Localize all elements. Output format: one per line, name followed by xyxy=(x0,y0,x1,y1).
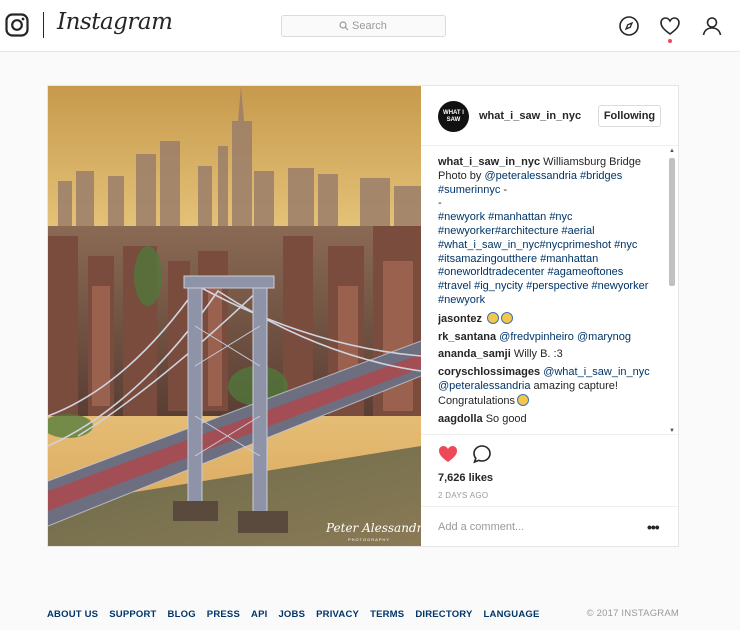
profile-user-icon[interactable] xyxy=(701,15,723,37)
caption-link[interactable]: #what_i_saw_in_nyc#nycprimeshot xyxy=(438,239,611,251)
top-navigation-bar: Instagram xyxy=(0,0,740,52)
add-comment-input[interactable] xyxy=(438,519,628,535)
caption-link[interactable]: #oneworldtradecenter xyxy=(438,266,544,278)
emoji-icon xyxy=(501,311,514,324)
caption-link[interactable]: #itsamazingoutthere xyxy=(438,253,537,265)
comment-row: coryschlossimages @what_i_saw_in_nyc @pe… xyxy=(438,366,666,408)
activity-heart-icon[interactable] xyxy=(659,15,681,37)
copyright: © 2017 INSTAGRAM xyxy=(586,608,679,619)
comments-scrollbar[interactable]: ▲ ▼ xyxy=(668,148,676,434)
post-header: WHAT I SAW what_i_saw_in_nyc Following xyxy=(421,86,678,146)
footer-link-about-us[interactable]: ABOUT US xyxy=(47,609,98,620)
footer-link-directory[interactable]: DIRECTORY xyxy=(415,609,472,620)
footer-link-blog[interactable]: BLOG xyxy=(168,609,196,620)
caption-link[interactable]: #perspective xyxy=(526,280,588,292)
footer-link-terms[interactable]: TERMS xyxy=(370,609,404,620)
like-count[interactable]: 7,626 likes xyxy=(438,472,493,484)
caption-link[interactable]: #nyc xyxy=(614,239,637,251)
post-photo[interactable]: Peter Alessandria PHOTOGRAPHY xyxy=(48,86,421,546)
caption-link[interactable]: #aerial xyxy=(562,225,595,237)
caption-link[interactable]: #newyork xyxy=(438,294,485,306)
photographer-watermark: Peter Alessandria xyxy=(325,521,421,535)
caption-link[interactable]: #bridges xyxy=(580,170,622,182)
post-caption: what_i_saw_in_nyc Williamsburg Bridge Ph… xyxy=(438,156,666,308)
comment-link[interactable]: @fredvpinheiro xyxy=(499,331,574,343)
comment-text: So good xyxy=(485,412,527,425)
caption-link[interactable]: @peteralessandria xyxy=(484,170,577,182)
post-actions: 7,626 likes 2 DAYS AGO xyxy=(421,434,678,500)
footer-link-press[interactable]: PRESS xyxy=(207,609,240,620)
comment-row: ananda_samji Willy B. :3 xyxy=(438,348,666,362)
footer-link-privacy[interactable]: PRIVACY xyxy=(316,609,359,620)
explore-compass-icon[interactable] xyxy=(618,15,640,37)
caption-text: - xyxy=(500,183,508,196)
comment-username[interactable]: ananda_samji xyxy=(438,348,511,360)
author-avatar[interactable]: WHAT I SAW xyxy=(438,101,469,132)
like-heart-icon[interactable] xyxy=(438,445,458,463)
caption-link[interactable]: #nyc xyxy=(549,211,572,223)
more-options-button[interactable]: ••• xyxy=(647,519,660,535)
footer-link-jobs[interactable]: JOBS xyxy=(278,609,305,620)
emoji-icon xyxy=(517,393,530,406)
scrollbar-thumb[interactable] xyxy=(669,158,675,286)
comment-row: aagdolla So good xyxy=(438,413,666,427)
footer-link-support[interactable]: SUPPORT xyxy=(109,609,156,620)
comments-list: what_i_saw_in_nyc Williamsburg Bridge Ph… xyxy=(438,156,666,434)
caption-link[interactable]: #newyorker xyxy=(592,280,649,292)
footer-links: ABOUT US SUPPORT BLOG PRESS API JOBS PRIVACY TE… xyxy=(47,608,551,620)
caption-text: - xyxy=(438,197,442,210)
caption-link[interactable]: #sumerinnyc xyxy=(438,184,500,196)
following-button[interactable]: Following xyxy=(598,105,661,127)
post-sidebar: WHAT I SAW what_i_saw_in_nyc Following w… xyxy=(421,86,678,546)
search-box[interactable] xyxy=(281,15,446,37)
caption-link[interactable]: #newyork xyxy=(438,211,485,223)
williamsburg-bridge-photo: Peter Alessandria PHOTOGRAPHY xyxy=(48,86,421,546)
comment-username[interactable]: jasontez xyxy=(438,313,482,325)
footer-link-language[interactable]: LANGUAGE xyxy=(484,609,540,620)
post-date[interactable]: 2 DAYS AGO xyxy=(438,491,488,500)
footer-link-api[interactable]: API xyxy=(251,609,267,620)
comment-link[interactable]: @what_i_saw_in_nyc xyxy=(543,366,650,378)
scroll-up-arrow-icon[interactable]: ▲ xyxy=(669,148,675,154)
caption-link[interactable]: #manhattan xyxy=(540,253,598,265)
comment-username[interactable]: coryschlossimages xyxy=(438,366,540,378)
comment-row: rk_santana @fredvpinheiro @marynog xyxy=(438,331,666,345)
comment-row: jasontez xyxy=(438,311,666,327)
post-card: Peter Alessandria PHOTOGRAPHY WHAT I SAW… xyxy=(47,85,679,547)
caption-link[interactable]: #ig_nycity xyxy=(474,280,523,292)
comment-link[interactable]: @peteralessandria xyxy=(438,380,531,392)
emoji-icon xyxy=(487,311,500,324)
caption-link[interactable]: #newyorker#architecture xyxy=(438,225,558,237)
comment-username[interactable]: aagdolla xyxy=(438,413,483,425)
add-comment-section: ••• xyxy=(421,506,678,546)
instagram-camera-icon[interactable] xyxy=(5,13,29,37)
caption-username[interactable]: what_i_saw_in_nyc xyxy=(438,156,540,168)
instagram-wordmark[interactable]: Instagram xyxy=(57,9,173,35)
caption-link[interactable]: #travel xyxy=(438,280,471,292)
author-username[interactable]: what_i_saw_in_nyc xyxy=(479,110,581,122)
caption-link[interactable]: #agameoftones xyxy=(547,266,623,278)
comment-username[interactable]: rk_santana xyxy=(438,331,496,343)
comment-bubble-icon[interactable] xyxy=(472,444,492,464)
notification-dot xyxy=(668,39,672,43)
caption-link[interactable]: #manhattan xyxy=(488,211,546,223)
comment-link[interactable]: @marynog xyxy=(577,331,631,343)
logo-divider xyxy=(43,12,44,38)
photographer-watermark-sub: PHOTOGRAPHY xyxy=(348,537,390,542)
comment-text: Willy B. :3 xyxy=(513,348,563,361)
search-input[interactable] xyxy=(282,16,445,36)
